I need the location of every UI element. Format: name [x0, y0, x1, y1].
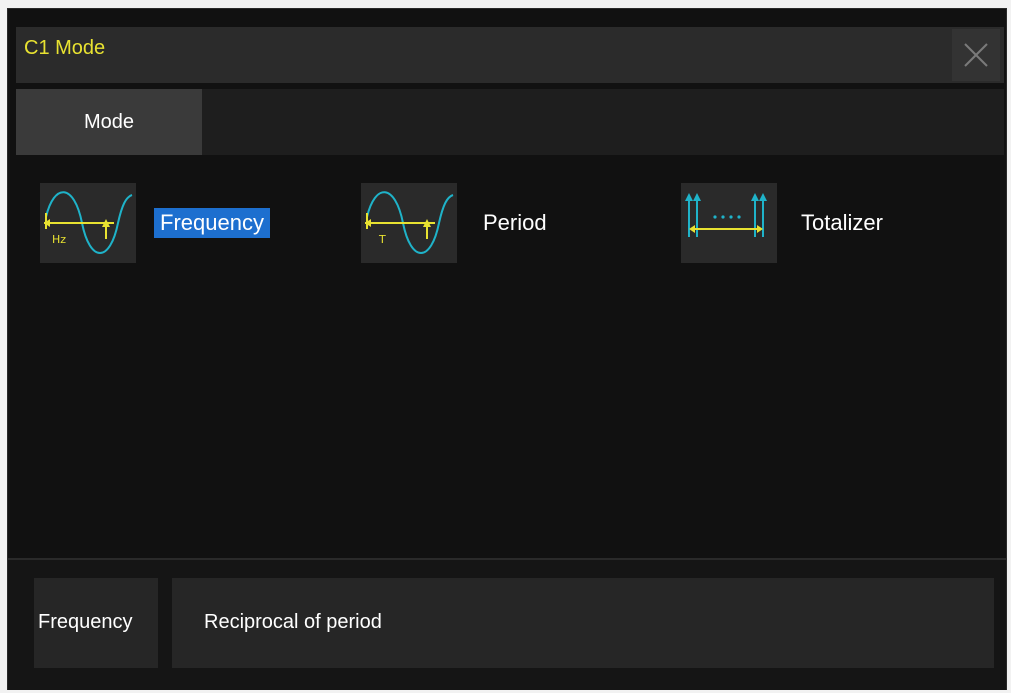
option-totalizer-label: Totalizer: [801, 210, 883, 235]
description-text: Reciprocal of period: [204, 611, 382, 633]
tab-mode[interactable]: Mode: [16, 89, 202, 155]
tab-mode-label: Mode: [83, 111, 135, 133]
mode-options: Hz Frequency T Period Totalizer: [8, 155, 1006, 557]
description-panel: Frequency Reciprocal of period: [8, 560, 1006, 690]
close-button[interactable]: [952, 29, 1000, 81]
close-icon: [964, 43, 988, 67]
description-key-box: Frequency: [34, 578, 158, 668]
option-totalizer[interactable]: Totalizer: [681, 183, 941, 265]
option-frequency[interactable]: Hz Frequency: [40, 183, 300, 265]
dialog-titlebar: C1 Mode: [8, 9, 1006, 87]
period-icon-text: T: [378, 233, 386, 246]
frequency-icon-text: Hz: [52, 233, 66, 246]
totalizer-pulse-icon: [681, 183, 777, 263]
description-text-box: Reciprocal of period: [172, 578, 994, 668]
frequency-wave-icon: Hz: [40, 183, 136, 263]
tab-strip: Mode: [16, 89, 1004, 155]
c1-mode-dialog: C1 Mode Mode Hz Frequency T Period Total…: [7, 8, 1007, 690]
option-period[interactable]: T Period: [361, 183, 581, 265]
option-frequency-label: Frequency: [154, 208, 270, 238]
titlebar-background: [16, 27, 1004, 83]
period-wave-icon: T: [361, 183, 457, 263]
description-key: Frequency: [38, 611, 133, 633]
dialog-title: C1 Mode: [24, 37, 106, 59]
option-period-label: Period: [483, 210, 547, 235]
